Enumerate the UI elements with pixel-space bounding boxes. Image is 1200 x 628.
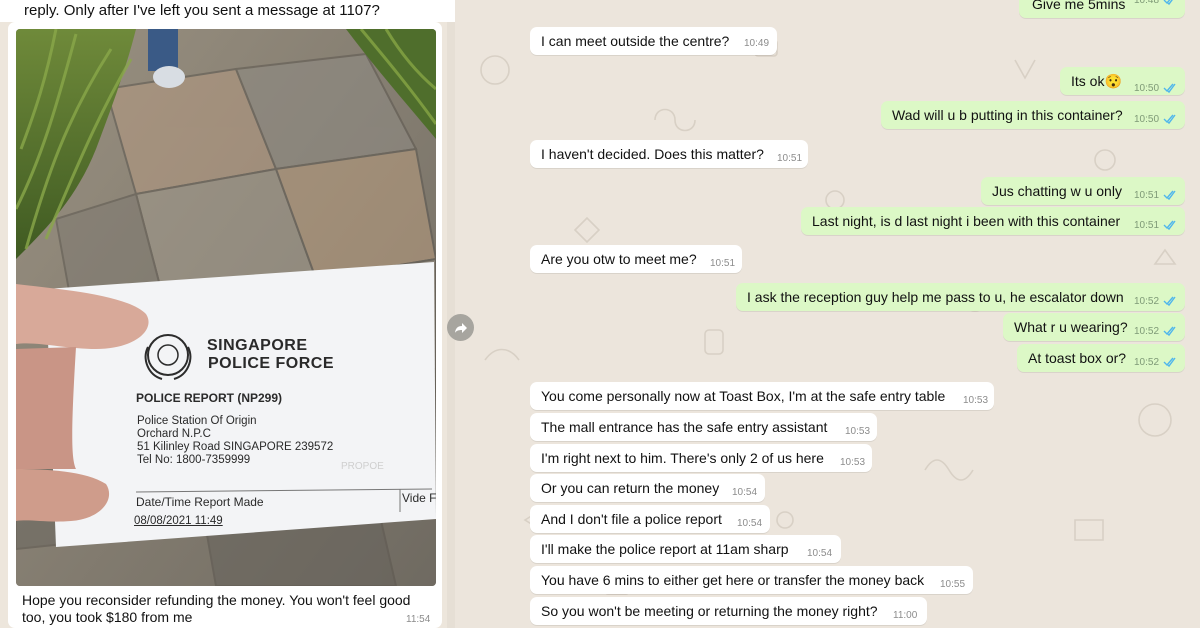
message-time: 10:55: [940, 579, 966, 590]
message-incoming[interactable]: I'm right next to him. There's only 2 of…: [530, 444, 872, 472]
message-text: At toast box or?: [1028, 350, 1127, 366]
message-time: 10:51: [710, 258, 736, 269]
message-text: Wad will u b putting in this container?: [892, 107, 1123, 123]
message-outgoing[interactable]: Give me 5mins 10:48: [1019, 0, 1185, 18]
message-time: 10:49: [744, 38, 770, 49]
message-incoming[interactable]: Or you can return the money 10:54: [530, 474, 765, 502]
message-outgoing[interactable]: What r u wearing? 10:52: [1003, 313, 1185, 341]
message-time: 10:53: [840, 457, 866, 468]
message-text: Give me 5mins: [1032, 0, 1126, 12]
double-check-icon: [1163, 114, 1176, 125]
message-outgoing[interactable]: Last night, is d last night i been with …: [801, 207, 1185, 235]
message-text: I haven't decided. Does this matter?: [541, 146, 764, 162]
message-time: 10:51: [1134, 220, 1160, 231]
message-text: I can meet outside the centre?: [541, 33, 730, 49]
double-check-icon: [1163, 0, 1173, 6]
message-incoming[interactable]: I'll make the police report at 11am shar…: [530, 535, 841, 563]
message-text: Or you can return the money: [541, 480, 720, 496]
message-incoming[interactable]: The mall entrance has the safe entry ass…: [530, 413, 877, 441]
message-text: Are you otw to meet me?: [541, 251, 697, 267]
message-time: 10:52: [1134, 357, 1160, 368]
message-incoming[interactable]: Are you otw to meet me? 10:51: [530, 245, 742, 273]
message-time: 11:00: [893, 610, 918, 621]
message-text: Last night, is d last night i been with …: [812, 213, 1121, 229]
message-time: 10:50: [1134, 83, 1160, 94]
message-time: 10:54: [732, 487, 758, 498]
forward-arrow-icon: [454, 322, 467, 333]
message-text: You come personally now at Toast Box, I'…: [541, 388, 946, 404]
message-time: 10:51: [1134, 190, 1160, 201]
message-outgoing[interactable]: Jus chatting w u only 10:51: [981, 177, 1185, 205]
message-incoming[interactable]: And I don't file a police report 10:54: [530, 505, 770, 533]
message-text: So you won't be meeting or returning the…: [541, 603, 878, 619]
double-check-icon: [1163, 190, 1176, 201]
double-check-icon: [1163, 296, 1176, 307]
message-time: 10:54: [737, 518, 763, 529]
message-time: 10:51: [777, 153, 803, 164]
message-incoming[interactable]: I can meet outside the centre? 10:49: [530, 27, 777, 55]
double-check-icon: [1163, 220, 1176, 231]
message-text: I ask the reception guy help me pass to …: [747, 289, 1124, 305]
image-caption: Hope you reconsider refunding the money.…: [22, 592, 411, 625]
message-incoming[interactable]: You have 6 mins to either get here or tr…: [530, 566, 973, 594]
message-time: 10:53: [845, 426, 871, 437]
message-incoming[interactable]: So you won't be meeting or returning the…: [530, 597, 927, 625]
message-text: You have 6 mins to either get here or tr…: [541, 572, 925, 588]
message-outgoing[interactable]: Its ok😯 10:50: [1060, 67, 1185, 95]
double-check-icon: [1163, 357, 1176, 368]
message-text: The mall entrance has the safe entry ass…: [541, 419, 828, 435]
photo-illustration: [16, 29, 436, 586]
message-text: And I don't file a police report: [541, 511, 722, 527]
message-text: Its ok😯: [1071, 73, 1122, 89]
message-outgoing[interactable]: At toast box or? 10:52: [1017, 344, 1185, 372]
message-text: I'm right next to him. There's only 2 of…: [541, 450, 824, 466]
police-report-photo[interactable]: SINGAPORE POLICE FORCE POLICE REPORT (NP…: [16, 29, 436, 586]
message-text: What r u wearing?: [1014, 319, 1128, 335]
message-incoming[interactable]: I haven't decided. Does this matter? 10:…: [530, 140, 808, 168]
message-incoming[interactable]: You come personally now at Toast Box, I'…: [530, 382, 994, 410]
message-time: 10:53: [963, 395, 989, 406]
left-chat-pane: SINGAPORE POLICE FORCE POLICE REPORT (NP…: [0, 0, 447, 628]
double-check-icon: [1163, 83, 1176, 94]
message-time: 10:48: [1134, 0, 1160, 6]
message-text: Jus chatting w u only: [992, 183, 1122, 199]
message-time: 10:50: [1134, 114, 1160, 125]
caption-timestamp: 11:54: [406, 614, 431, 625]
message-time: 10:52: [1134, 296, 1160, 307]
previous-message-fragment[interactable]: reply. Only after I've left you sent a m…: [0, 0, 517, 22]
double-check-icon: [1163, 326, 1176, 337]
message-time: 10:54: [807, 548, 833, 559]
message-text: I'll make the police report at 11am shar…: [541, 541, 789, 557]
message-time: 10:52: [1134, 326, 1160, 337]
message-outgoing[interactable]: I ask the reception guy help me pass to …: [736, 283, 1185, 311]
forward-button[interactable]: [447, 314, 474, 341]
message-outgoing[interactable]: Wad will u b putting in this container? …: [881, 101, 1185, 129]
